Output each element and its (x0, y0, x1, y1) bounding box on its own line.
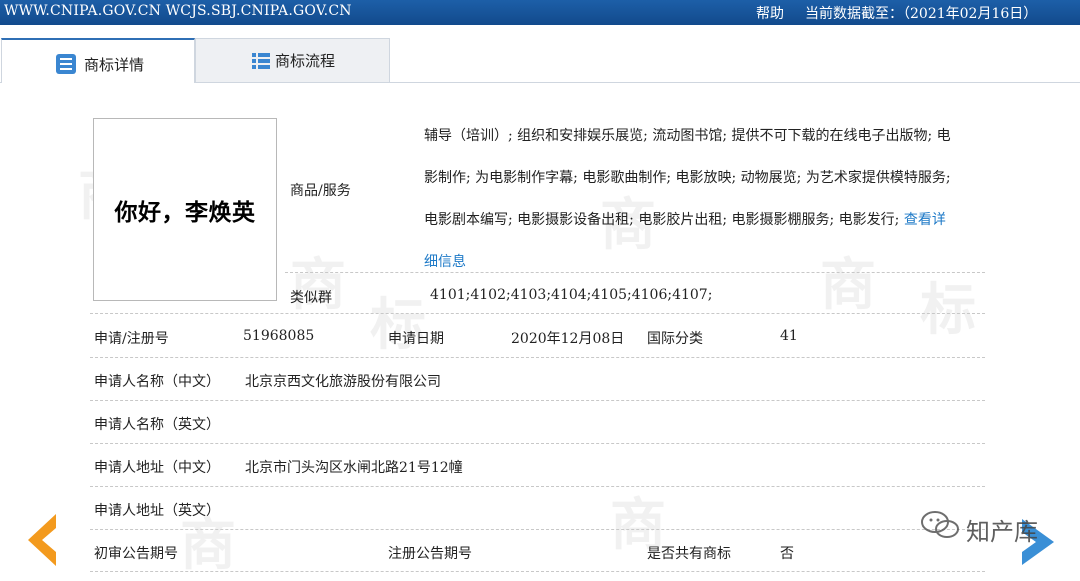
intl-class-label: 国际分类 (647, 331, 703, 347)
view-details-link[interactable]: 查看详 (904, 212, 946, 228)
goods-services-value: 辅导（培训）; 组织和安排娱乐展览; 流动图书馆; 提供不可下载的在线电子出版物… (424, 115, 986, 283)
applicant-cn-label: 申请人名称（中文） (94, 374, 220, 390)
address-cn-label: 申请人地址（中文） (94, 460, 220, 476)
address-en-label: 申请人地址（英文） (94, 503, 220, 519)
wechat-account-name: 知产库 (966, 518, 1038, 546)
goods-line: 影制作; 为电影制作字幕; 电影歌曲制作; 电影放映; 动物展览; 为艺术家提供… (424, 170, 951, 186)
similar-group-value: 4101;4102;4103;4104;4105;4106;4107; (430, 287, 713, 303)
applicant-en-label: 申请人名称（英文） (94, 417, 220, 433)
data-as-of-date: 当前数据截至：（2021年02月16日） (805, 6, 1038, 22)
divider (90, 400, 985, 401)
previous-arrow-icon[interactable] (22, 512, 58, 572)
list-icon (251, 51, 271, 75)
goods-line: 细信息 (424, 241, 986, 283)
wechat-icon (920, 511, 960, 547)
similar-group-label: 类似群 (290, 290, 332, 306)
applicant-cn-value: 北京京西文化旅游股份有限公司 (245, 374, 441, 390)
tab-label: 商标详情 (84, 56, 145, 74)
goods-line: 电影剧本编写; 电影摄影设备出租; 电影胶片出租; 电影摄影棚服务; 电影发行;… (424, 212, 946, 228)
watermark-char: 商 (290, 253, 346, 318)
trademark-text: 你好，李焕英 (114, 200, 256, 226)
goods-services-label: 商品/服务 (290, 183, 351, 199)
tab-label: 商标流程 (275, 52, 336, 70)
trademark-image: 你好，李焕英 (93, 118, 277, 301)
divider (90, 486, 985, 487)
divider (285, 272, 985, 273)
tab-trademark-process[interactable]: 商标流程 (195, 38, 390, 82)
divider (90, 529, 985, 530)
reg-no-value: 51968085 (243, 328, 315, 344)
tab-trademark-details[interactable]: 商标详情 (1, 38, 195, 83)
watermark-char: 标 (370, 293, 426, 358)
tab-strip: 商标详情 商标流程 (0, 25, 1080, 83)
help-link[interactable]: 帮助 (756, 3, 784, 23)
document-list-icon (55, 53, 77, 79)
divider (90, 357, 985, 358)
reg-pub-label: 注册公告期号 (388, 546, 472, 562)
apply-date-label: 申请日期 (388, 331, 444, 347)
address-cn-value: 北京市门头沟区水闸北路21号12幢 (245, 460, 463, 476)
reg-no-label: 申请/注册号 (94, 331, 169, 347)
top-bar: WWW.CNIPA.GOV.CN WCJS.SBJ.CNIPA.GOV.CN 帮… (0, 0, 1080, 25)
shared-mark-value: 否 (780, 546, 794, 562)
view-details-link-cont[interactable]: 细信息 (424, 254, 466, 270)
goods-line: 辅导（培训）; 组织和安排娱乐展览; 流动图书馆; 提供不可下载的在线电子出版物… (424, 128, 951, 144)
intl-class-value: 41 (780, 328, 798, 344)
apply-date-value: 2020年12月08日 (511, 331, 625, 347)
divider (90, 443, 985, 444)
divider (90, 571, 985, 572)
wechat-watermark: 知产库 (920, 509, 1038, 547)
shared-mark-label: 是否共有商标 (647, 546, 731, 562)
site-urls: WWW.CNIPA.GOV.CN WCJS.SBJ.CNIPA.GOV.CN (4, 3, 352, 19)
prelim-pub-label: 初审公告期号 (94, 546, 178, 562)
divider (90, 313, 985, 314)
